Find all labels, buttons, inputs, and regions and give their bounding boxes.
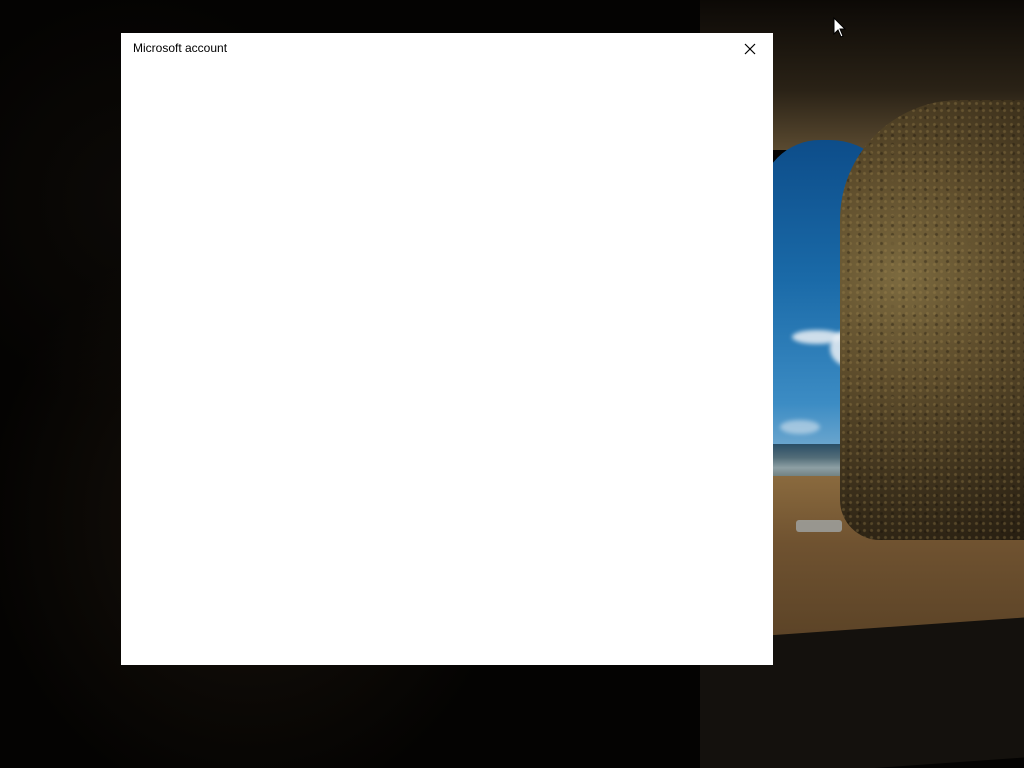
microsoft-account-dialog: Microsoft account bbox=[121, 33, 773, 665]
mouse-pointer-icon bbox=[833, 16, 847, 39]
close-icon bbox=[744, 43, 756, 55]
window-title: Microsoft account bbox=[133, 41, 228, 55]
close-button[interactable] bbox=[735, 37, 765, 61]
wallpaper-puddle bbox=[796, 520, 842, 532]
wallpaper-cloud bbox=[780, 420, 820, 434]
dialog-content-area bbox=[121, 65, 773, 665]
desktop: Microsoft account bbox=[0, 0, 1024, 768]
title-bar[interactable]: Microsoft account bbox=[121, 33, 773, 65]
wallpaper-rock-pillar bbox=[840, 100, 1024, 540]
